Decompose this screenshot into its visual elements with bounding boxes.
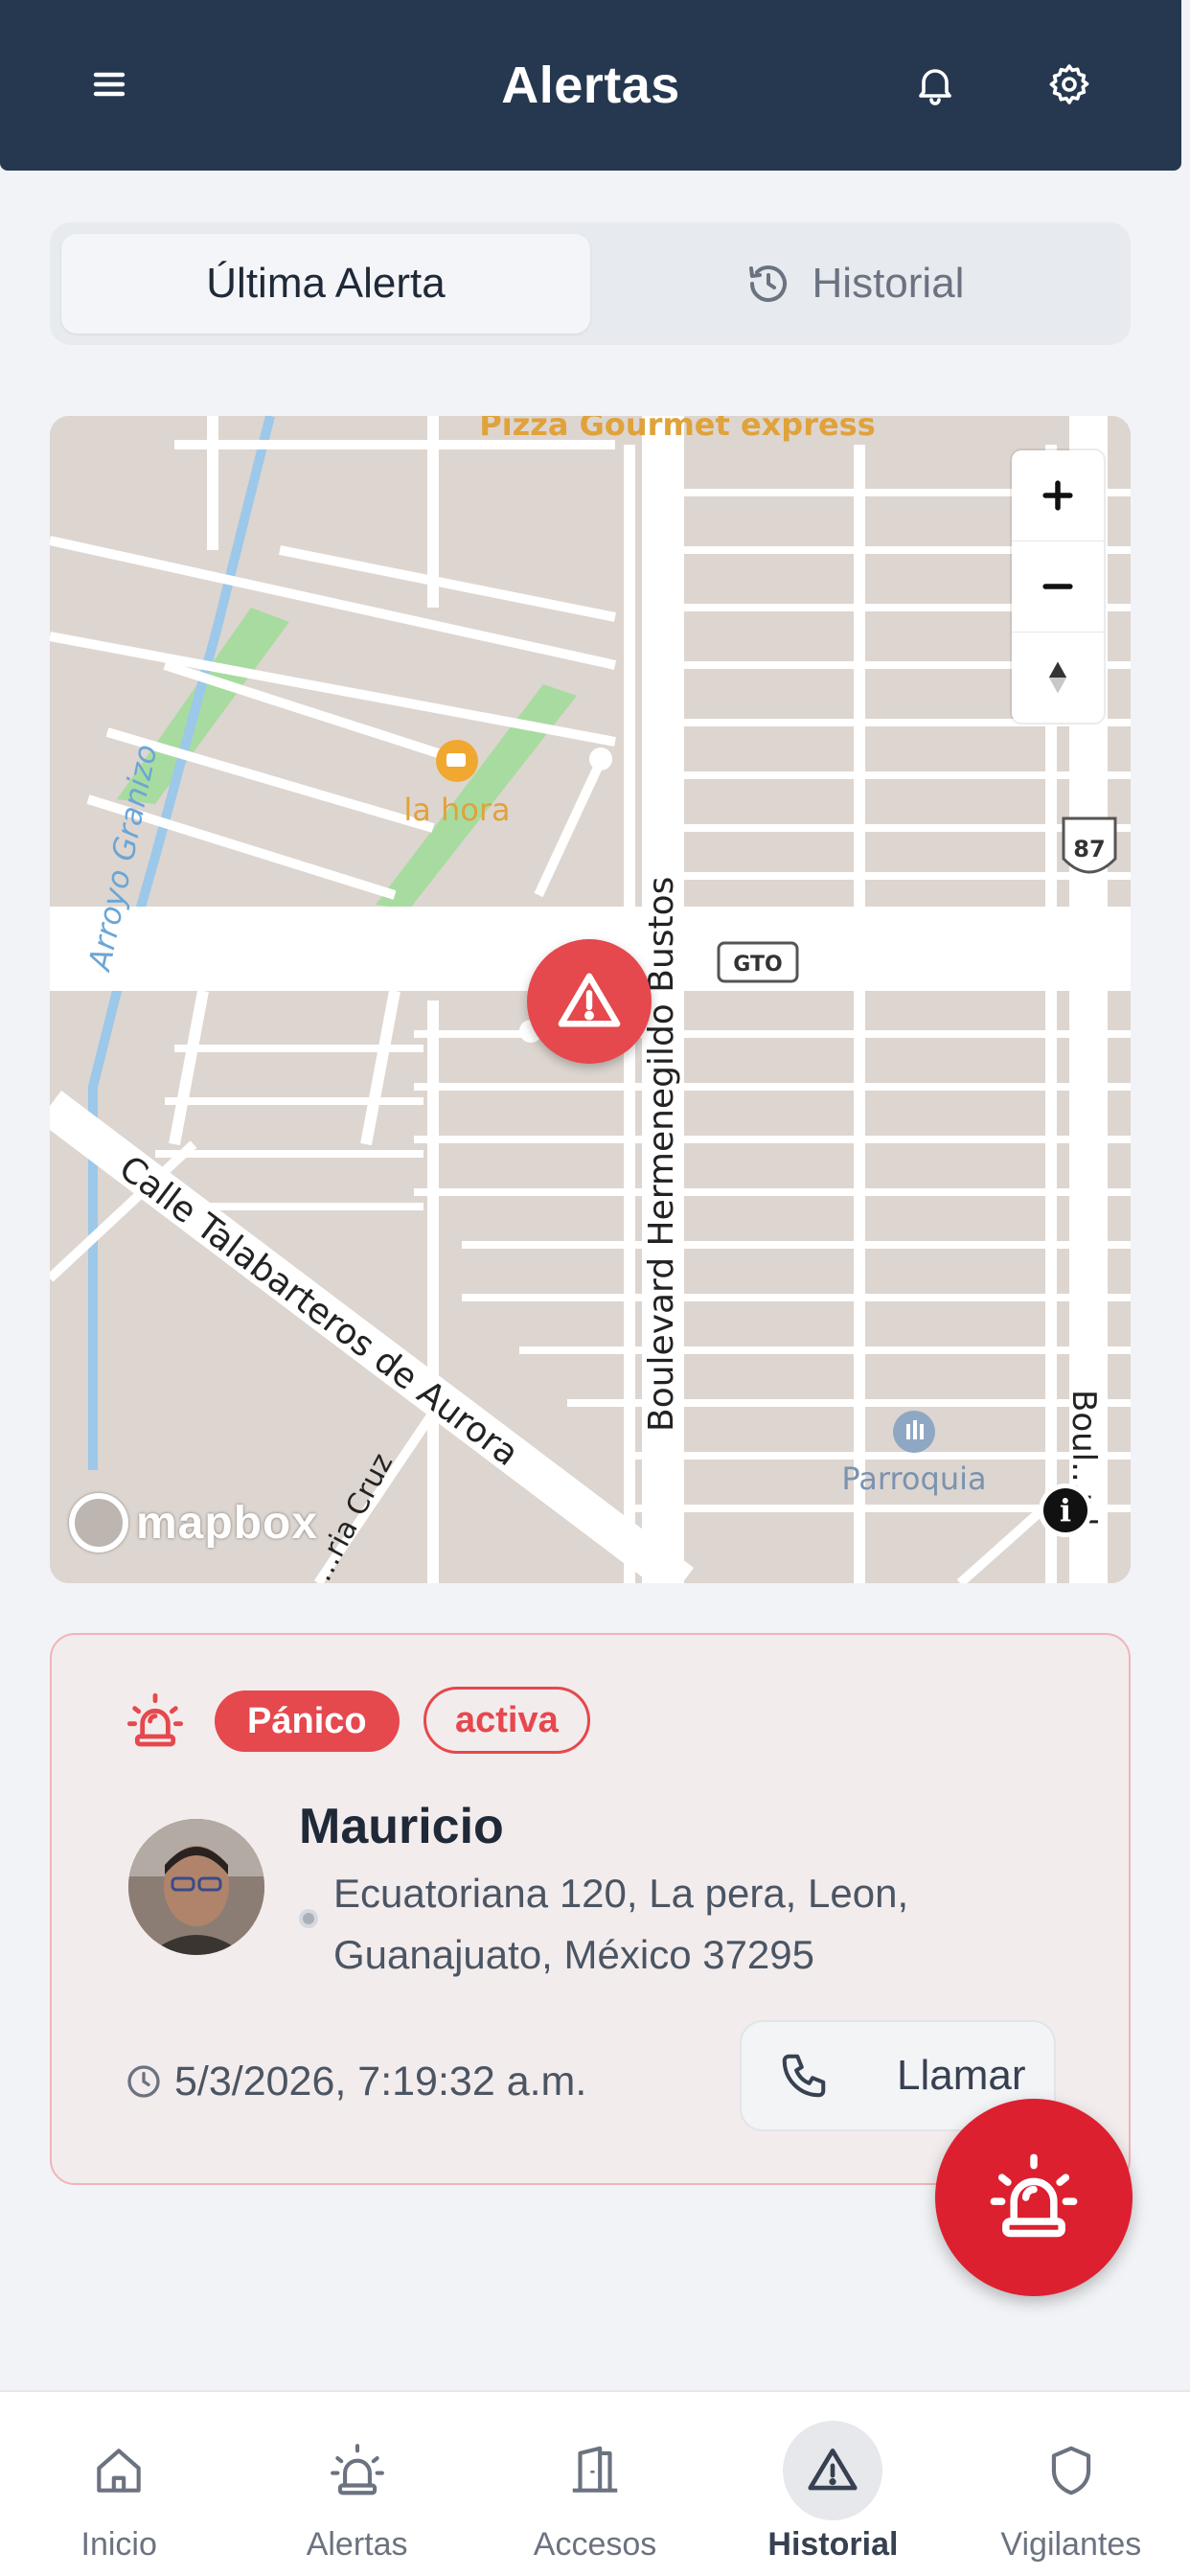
status-badge: activa <box>423 1687 590 1754</box>
door-icon <box>572 2446 618 2493</box>
warning-icon <box>558 973 621 1027</box>
nav-label: Vigilantes <box>1000 2526 1142 2563</box>
minus-icon <box>1042 584 1073 589</box>
page-title: Alertas <box>501 57 680 114</box>
timestamp-text: 5/3/2026, 7:19:32 a.m. <box>174 2058 587 2104</box>
location-dot-icon <box>299 1909 318 1928</box>
call-button-label: Llamar <box>897 2052 1026 2099</box>
map-view[interactable]: 87 GTO Pizza Gourmet express la hora Par… <box>50 416 1131 1583</box>
mapbox-logo[interactable]: mapbox <box>69 1489 318 1556</box>
app-root: Alertas Última Alerta Historial 87 GTO P… <box>0 0 1190 2576</box>
phone-icon <box>782 2054 826 2098</box>
alert-location-marker[interactable] <box>527 939 652 1064</box>
nav-label: Inicio <box>80 2526 157 2563</box>
tab-historial[interactable]: Historial <box>590 234 1119 334</box>
warning-icon <box>808 2449 858 2491</box>
panic-fab-button[interactable] <box>935 2099 1133 2296</box>
bottom-navigation: Inicio Alertas Accesos Historial Vigilan… <box>0 2390 1190 2576</box>
zoom-out-button[interactable] <box>1012 541 1104 632</box>
map-label-parroquia: Parroquia <box>841 1460 986 1497</box>
tab-ultima-alerta[interactable]: Última Alerta <box>61 234 590 334</box>
nav-label: Alertas <box>306 2526 408 2563</box>
map-label-boulevard: Boulevard Hermenegildo Bustos <box>642 877 681 1432</box>
nav-item-alertas[interactable]: Alertas <box>238 2392 475 2576</box>
siren-icon <box>126 1692 184 1747</box>
shield-icon <box>1051 2446 1090 2496</box>
clock-icon <box>127 2065 160 2098</box>
nav-item-inicio[interactable]: Inicio <box>0 2392 238 2576</box>
nav-item-vigilantes[interactable]: Vigilantes <box>952 2392 1190 2576</box>
history-icon <box>748 265 787 303</box>
alert-timestamp: 5/3/2026, 7:19:32 a.m. <box>125 2051 586 2112</box>
attribution-info-button[interactable]: i <box>1039 1484 1092 1537</box>
alert-address: Ecuatoriana 120, La pera, Leon, Guanajua… <box>333 1871 909 1977</box>
gto-label: GTO <box>733 953 782 977</box>
zoom-in-button[interactable] <box>1012 450 1104 541</box>
bell-icon[interactable] <box>904 54 966 115</box>
top-app-bar: Alertas <box>0 0 1181 171</box>
nav-label: Accesos <box>533 2526 657 2563</box>
compass-icon <box>1048 661 1067 694</box>
tab-label: Historial <box>812 260 965 307</box>
tab-label: Última Alerta <box>206 260 446 307</box>
mapbox-wordmark: mapbox <box>136 1497 319 1549</box>
map-label-la-hora: la hora <box>403 792 510 828</box>
alert-type-badge: Pánico <box>215 1690 400 1752</box>
info-icon: i <box>1043 1488 1087 1532</box>
alert-card[interactable]: Pánico activa Mauricio Ecuatoriana 120, … <box>50 1633 1131 2185</box>
map-label-pizza: Pizza Gourmet express <box>479 416 876 443</box>
map-zoom-controls <box>1012 450 1104 723</box>
plus-icon <box>1042 480 1073 511</box>
siren-icon <box>990 2153 1078 2238</box>
avatar <box>128 1819 264 1955</box>
home-icon <box>97 2449 141 2493</box>
gear-icon[interactable] <box>1039 54 1100 115</box>
nav-item-historial[interactable]: Historial <box>714 2392 951 2576</box>
nav-label: Historial <box>767 2526 899 2563</box>
user-name: Mauricio <box>299 1799 504 1854</box>
route-87-label: 87 <box>1073 836 1105 862</box>
segmented-tabs: Última Alerta Historial <box>50 222 1131 345</box>
compass-button[interactable] <box>1012 632 1104 723</box>
nav-item-accesos[interactable]: Accesos <box>476 2392 714 2576</box>
siren-icon <box>330 2444 384 2496</box>
